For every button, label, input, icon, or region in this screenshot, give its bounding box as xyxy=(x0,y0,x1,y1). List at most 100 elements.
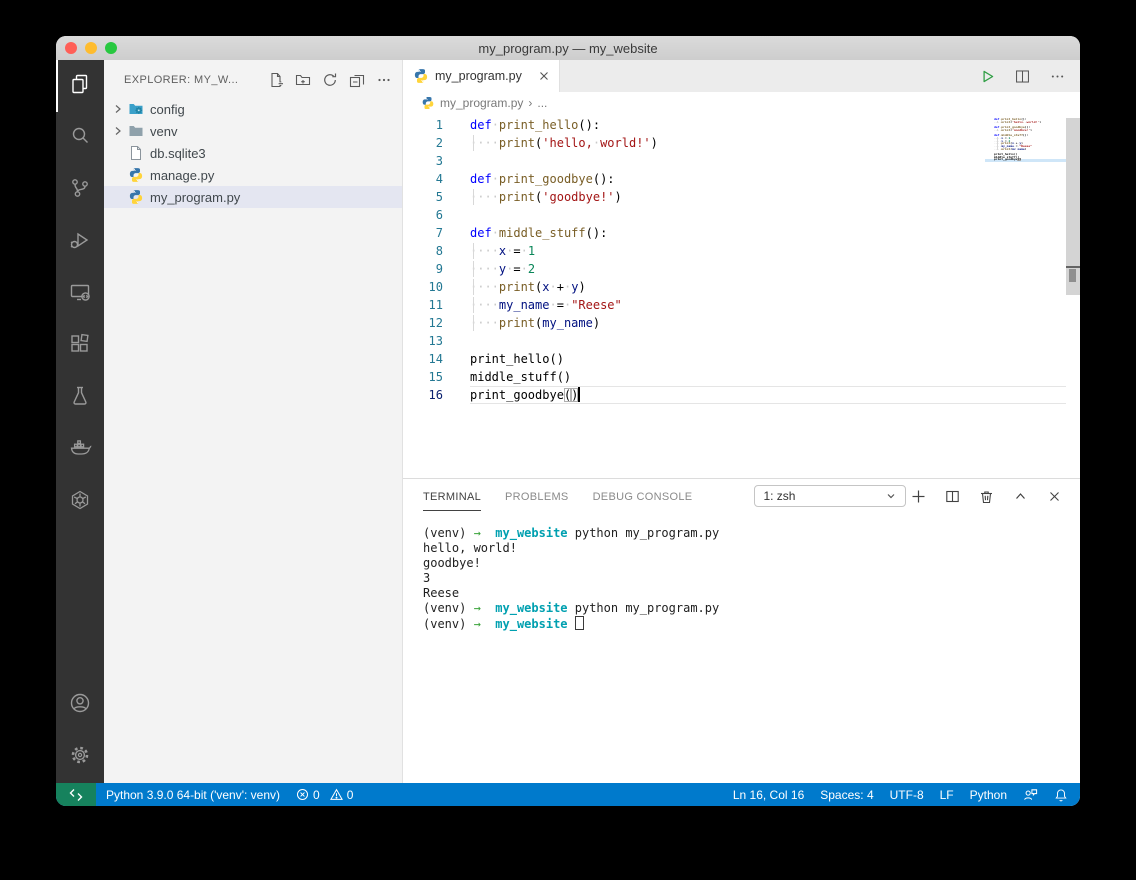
code-line-4[interactable]: 4def·print_goodbye(): xyxy=(403,170,1066,188)
python-icon xyxy=(128,167,144,183)
activity-docker[interactable] xyxy=(56,424,104,476)
line-number: 10 xyxy=(403,278,443,296)
code-line-11[interactable]: 11····my_name·=·"Reese" xyxy=(403,296,1066,314)
line-content: ····my_name·=·"Reese" xyxy=(470,296,1066,314)
close-panel-icon[interactable] xyxy=(1047,489,1062,504)
overview-cursor-marker xyxy=(1066,266,1080,268)
python-interpreter-status[interactable]: Python 3.9.0 64-bit ('venv': venv) xyxy=(106,788,280,802)
new-file-icon[interactable] xyxy=(268,72,284,88)
minimap-line: print_goodbye() xyxy=(994,158,1066,161)
tab-problems[interactable]: PROBLEMS xyxy=(505,482,569,511)
tree-item-my-program-py[interactable]: my_program.py xyxy=(104,186,402,208)
warning-icon xyxy=(330,788,343,801)
code-line-16[interactable]: 16print_goodbye() xyxy=(403,386,1066,404)
terminal-line: (venv) → my_website python my_program.py xyxy=(423,601,1080,616)
tab-close-icon[interactable] xyxy=(537,69,551,83)
code-line-1[interactable]: 1def·print_hello(): xyxy=(403,116,1066,134)
chevron-right-icon[interactable] xyxy=(110,126,126,136)
run-python-file-icon[interactable] xyxy=(979,68,996,85)
encoding-status[interactable]: UTF-8 xyxy=(890,788,924,802)
indentation-status[interactable]: Spaces: 4 xyxy=(820,788,873,802)
kill-terminal-icon[interactable] xyxy=(979,489,994,504)
code-line-14[interactable]: 14print_hello() xyxy=(403,350,1066,368)
editor-lines[interactable]: 1def·print_hello():2····print('hello,·wo… xyxy=(403,116,1066,404)
more-editor-actions-icon[interactable] xyxy=(1049,68,1066,85)
split-editor-icon[interactable] xyxy=(1014,68,1031,85)
files-icon xyxy=(68,72,92,101)
code-line-5[interactable]: 5····print('goodbye!') xyxy=(403,188,1066,206)
code-line-12[interactable]: 12····print(my_name) xyxy=(403,314,1066,332)
code-line-8[interactable]: 8····x·=·1 xyxy=(403,242,1066,260)
search-icon xyxy=(68,124,92,153)
tab-my-program[interactable]: my_program.py xyxy=(403,60,560,92)
more-actions-icon[interactable] xyxy=(376,72,392,88)
code-editor[interactable]: 1def·print_hello():2····print('hello,·wo… xyxy=(403,114,1080,478)
new-terminal-icon[interactable] xyxy=(911,489,926,504)
editor-scrollbar[interactable] xyxy=(1066,114,1080,478)
activity-explorer[interactable] xyxy=(56,60,104,112)
code-line-9[interactable]: 9····y·=·2 xyxy=(403,260,1066,278)
code-line-3[interactable]: 3 xyxy=(403,152,1066,170)
eol-status[interactable]: LF xyxy=(940,788,954,802)
activity-settings[interactable] xyxy=(56,731,104,783)
line-content xyxy=(470,332,1066,350)
minimap[interactable]: def·print_hello():····print('hello,·worl… xyxy=(985,118,1066,161)
breadcrumb-more[interactable]: ... xyxy=(537,96,547,110)
tab-terminal[interactable]: TERMINAL xyxy=(423,482,481,511)
problems-status[interactable]: 0 0 xyxy=(296,788,353,802)
line-content: middle_stuff() xyxy=(470,368,1066,386)
status-bar: Python 3.9.0 64-bit ('venv': venv) 0 0 L… xyxy=(56,783,1080,806)
explorer-title: EXPLORER: MY_W... xyxy=(124,74,268,86)
activity-kubernetes[interactable] xyxy=(56,476,104,528)
activity-run-debug[interactable] xyxy=(56,216,104,268)
line-number: 9 xyxy=(403,260,443,278)
refresh-icon[interactable] xyxy=(322,72,338,88)
account-icon xyxy=(68,691,92,720)
chevron-right-icon[interactable] xyxy=(110,104,126,114)
file-icon xyxy=(128,145,144,161)
terminal-line: 3 xyxy=(423,571,1080,586)
tab-debug-console[interactable]: DEBUG CONSOLE xyxy=(593,482,693,511)
zoom-window-button[interactable] xyxy=(105,42,117,54)
code-line-15[interactable]: 15 middle_stuff() xyxy=(403,368,1066,386)
beaker-icon xyxy=(68,384,92,413)
maximize-panel-icon[interactable] xyxy=(1013,489,1028,504)
activity-accounts[interactable] xyxy=(56,679,104,731)
activity-testing[interactable] xyxy=(56,372,104,424)
code-line-7[interactable]: 7def·middle_stuff(): xyxy=(403,224,1066,242)
tree-item-manage-py[interactable]: manage.py xyxy=(104,164,402,186)
line-content: print_goodbye() xyxy=(470,386,1066,404)
activity-remote-explorer[interactable] xyxy=(56,268,104,320)
tree-item-db-sqlite3[interactable]: db.sqlite3 xyxy=(104,142,402,164)
split-terminal-icon[interactable] xyxy=(945,489,960,504)
window-title: my_program.py — my_website xyxy=(478,41,657,56)
activity-source-control[interactable] xyxy=(56,164,104,216)
breadcrumb[interactable]: my_program.py › ... xyxy=(403,92,1080,114)
feedback-icon[interactable] xyxy=(1023,787,1038,802)
collapse-folders-icon[interactable] xyxy=(349,72,365,88)
bell-icon[interactable] xyxy=(1054,788,1068,802)
line-number: 15 xyxy=(403,368,443,386)
code-line-6[interactable]: 6 xyxy=(403,206,1066,224)
breadcrumb-file[interactable]: my_program.py xyxy=(440,96,523,110)
warning-count: 0 xyxy=(347,788,354,802)
line-content: ····print('hello,·world!') xyxy=(470,134,1066,152)
line-number: 4 xyxy=(403,170,443,188)
code-line-10[interactable]: 10····print(x·+·y) xyxy=(403,278,1066,296)
activity-extensions[interactable] xyxy=(56,320,104,372)
cursor-position-status[interactable]: Ln 16, Col 16 xyxy=(733,788,804,802)
activity-search[interactable] xyxy=(56,112,104,164)
minimize-window-button[interactable] xyxy=(85,42,97,54)
language-status[interactable]: Python xyxy=(970,788,1007,802)
remote-indicator[interactable] xyxy=(56,783,96,806)
close-window-button[interactable] xyxy=(65,42,77,54)
tree-item-venv[interactable]: venv xyxy=(104,120,402,142)
code-line-2[interactable]: 2····print('hello,·world!') xyxy=(403,134,1066,152)
line-content: ····x·=·1 xyxy=(470,242,1066,260)
error-count: 0 xyxy=(313,788,320,802)
code-line-13[interactable]: 13 xyxy=(403,332,1066,350)
tree-item-config[interactable]: config xyxy=(104,98,402,120)
terminal-shell-select[interactable]: 1: zsh xyxy=(754,485,906,507)
new-folder-icon[interactable] xyxy=(295,72,311,88)
terminal-content[interactable]: (venv) → my_website python my_program.py… xyxy=(403,513,1080,783)
